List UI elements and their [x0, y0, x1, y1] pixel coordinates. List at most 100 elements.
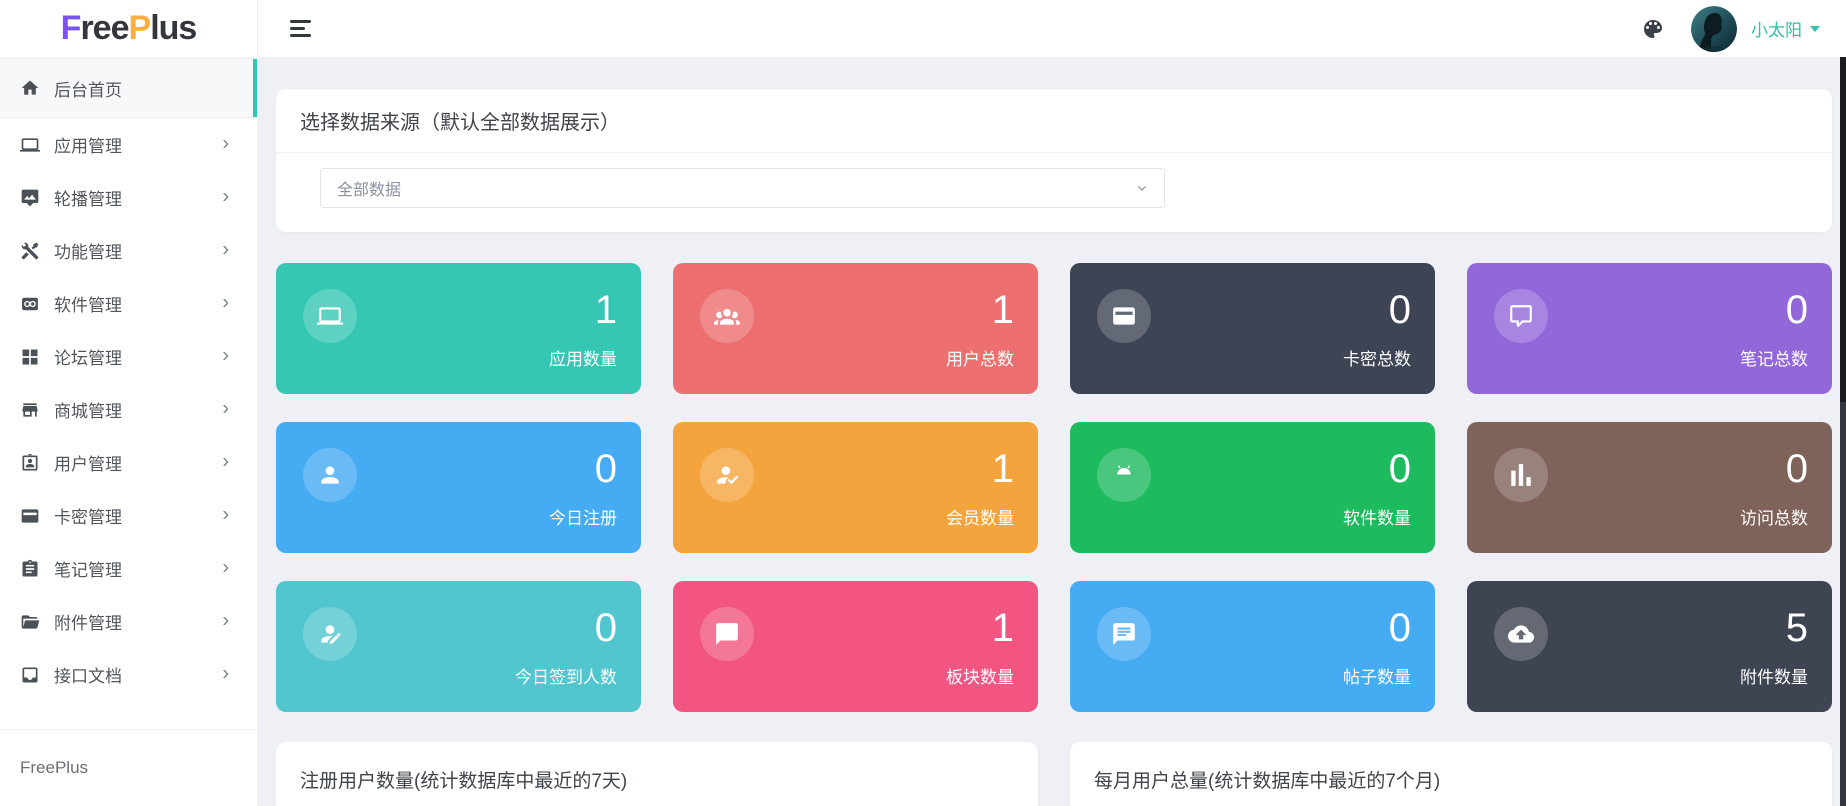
- grid-icon: [20, 347, 40, 367]
- chart-card-registered-users: 注册用户数量(统计数据库中最近的7天): [276, 742, 1038, 806]
- sidebar-menu: 后台首页应用管理›轮播管理›功能管理›软件管理›论坛管理›商城管理›用户管理›卡…: [0, 57, 257, 701]
- page-scrollbar[interactable]: [1840, 57, 1846, 806]
- logo-part: lus: [150, 9, 196, 48]
- scrollbar-thumb[interactable]: [1840, 57, 1846, 402]
- chevron-right-icon: ›: [222, 291, 229, 314]
- chevron-right-icon: ›: [222, 609, 229, 632]
- stat-label: 卡密总数: [1343, 345, 1411, 370]
- stat-value: 0: [1389, 608, 1411, 648]
- sidebar-item-5[interactable]: 软件管理 ›: [0, 277, 257, 330]
- cloud-upload-icon: [1508, 621, 1534, 647]
- data-source-select-value: 全部数据: [337, 176, 401, 200]
- stats-grid: 1应用数量1用户总数0卡密总数0笔记总数0今日注册1会员数量0软件数量0访问总数…: [276, 263, 1832, 712]
- stat-card-10: 1 板块数量: [673, 581, 1038, 712]
- logo-part: ree: [80, 9, 128, 48]
- sidebar-item-6[interactable]: 论坛管理›: [0, 330, 257, 383]
- chevron-right-icon: ›: [222, 662, 229, 685]
- main-content: 选择数据来源（默认全部数据展示） 全部数据 1应用数量1用户总数0卡密总数0笔记…: [258, 57, 1846, 806]
- charts-row: 注册用户数量(统计数据库中最近的7天) 每月用户总量(统计数据库中最近的7个月): [276, 742, 1832, 806]
- username: 小太阳: [1751, 16, 1802, 41]
- store-icon: [20, 400, 40, 420]
- sidebar-item-9[interactable]: 卡密管理›: [0, 489, 257, 542]
- sidebar-item-label: 后台首页: [54, 76, 122, 101]
- stat-icon-circle: [700, 289, 754, 343]
- stat-value: 1: [992, 290, 1014, 330]
- stat-label: 帖子数量: [1343, 663, 1411, 688]
- laptop-icon: [20, 135, 40, 155]
- palette-icon[interactable]: [1641, 17, 1665, 41]
- sidebar-item-label: 论坛管理: [54, 344, 122, 369]
- badge-account-icon: [20, 453, 40, 473]
- stat-value: 0: [595, 608, 617, 648]
- sidebar-item-12[interactable]: 接口文档 ›: [0, 648, 257, 701]
- sidebar-footer-text: FreePlus: [20, 758, 88, 777]
- stat-label: 用户总数: [946, 345, 1014, 370]
- chevron-right-icon: ›: [222, 238, 229, 261]
- sidebar-item-label: 商城管理: [54, 397, 122, 422]
- stat-label: 笔记总数: [1740, 345, 1808, 370]
- sidebar-item-label: 软件管理: [54, 291, 122, 316]
- stat-card-2: 1 用户总数: [673, 263, 1038, 394]
- chevron-right-icon: ›: [222, 185, 229, 208]
- chat-outline-icon: [1508, 303, 1534, 329]
- credit-card-icon: [1111, 303, 1137, 329]
- android-icon: [1111, 462, 1137, 488]
- stat-label: 今日注册: [549, 504, 617, 529]
- stat-card-12: 5 附件数量: [1467, 581, 1832, 712]
- stat-value: 1: [992, 449, 1014, 489]
- menu-toggle-button[interactable]: [290, 20, 312, 37]
- stat-value: 0: [595, 449, 617, 489]
- stat-value: 1: [992, 608, 1014, 648]
- chevron-right-icon: ›: [222, 132, 229, 155]
- data-source-card: 选择数据来源（默认全部数据展示） 全部数据: [276, 89, 1832, 232]
- sidebar-item-11[interactable]: 附件管理›: [0, 595, 257, 648]
- chart-title: 每月用户总量(统计数据库中最近的7个月): [1094, 766, 1808, 793]
- chevron-right-icon: ›: [222, 397, 229, 420]
- stat-value: 0: [1786, 449, 1808, 489]
- stat-value: 0: [1786, 290, 1808, 330]
- sidebar-item-8[interactable]: 用户管理›: [0, 436, 257, 489]
- sidebar-item-2[interactable]: 应用管理›: [0, 118, 257, 171]
- sidebar-item-label: 卡密管理: [54, 503, 122, 528]
- stat-icon-circle: [1494, 607, 1548, 661]
- stat-icon-circle: [1494, 289, 1548, 343]
- clipboard-icon: [20, 559, 40, 579]
- data-source-select[interactable]: 全部数据: [320, 168, 1165, 208]
- sidebar-item-label: 用户管理: [54, 450, 122, 475]
- user-menu[interactable]: 小太阳: [1751, 16, 1820, 41]
- sidebar: FreePlus 后台首页应用管理›轮播管理›功能管理›软件管理›论坛管理›商城…: [0, 0, 258, 806]
- carousel-icon: [20, 188, 40, 208]
- sidebar-item-7[interactable]: 商城管理 ›: [0, 383, 257, 436]
- stat-icon-circle: [1097, 289, 1151, 343]
- message-icon: [714, 621, 740, 647]
- stat-icon-circle: [700, 607, 754, 661]
- stat-card-1: 1应用数量: [276, 263, 641, 394]
- sidebar-item-1[interactable]: 后台首页: [0, 58, 257, 118]
- stat-label: 会员数量: [946, 504, 1014, 529]
- sidebar-item-4[interactable]: 功能管理›: [0, 224, 257, 277]
- stat-card-11: 0 帖子数量: [1070, 581, 1435, 712]
- stat-value: 5: [1786, 608, 1808, 648]
- stat-value: 1: [595, 290, 617, 330]
- account-group-icon: [714, 303, 740, 329]
- app-window: FreePlus 后台首页应用管理›轮播管理›功能管理›软件管理›论坛管理›商城…: [0, 0, 1846, 806]
- sidebar-item-3[interactable]: 轮播管理 ›: [0, 171, 257, 224]
- sidebar-item-label: 轮播管理: [54, 185, 122, 210]
- data-source-card-body: 全部数据: [276, 153, 1832, 232]
- stat-icon-circle: [1494, 448, 1548, 502]
- account-edit-icon: [317, 621, 343, 647]
- logo-part: F: [61, 9, 81, 48]
- stat-value: 0: [1389, 290, 1411, 330]
- inbox-icon: [20, 665, 40, 685]
- chart-bar-icon: [1508, 462, 1534, 488]
- stat-value: 0: [1389, 449, 1411, 489]
- sidebar-item-label: 接口文档: [54, 662, 122, 687]
- stat-label: 板块数量: [946, 663, 1014, 688]
- message-text-icon: [1111, 621, 1137, 647]
- avatar[interactable]: [1691, 6, 1737, 52]
- chart-card-monthly-users: 每月用户总量(统计数据库中最近的7个月): [1070, 742, 1832, 806]
- stat-icon-circle: [700, 448, 754, 502]
- sidebar-item-10[interactable]: 笔记管理›: [0, 542, 257, 595]
- topbar-right: 小太阳: [1641, 6, 1846, 52]
- stat-label: 附件数量: [1740, 663, 1808, 688]
